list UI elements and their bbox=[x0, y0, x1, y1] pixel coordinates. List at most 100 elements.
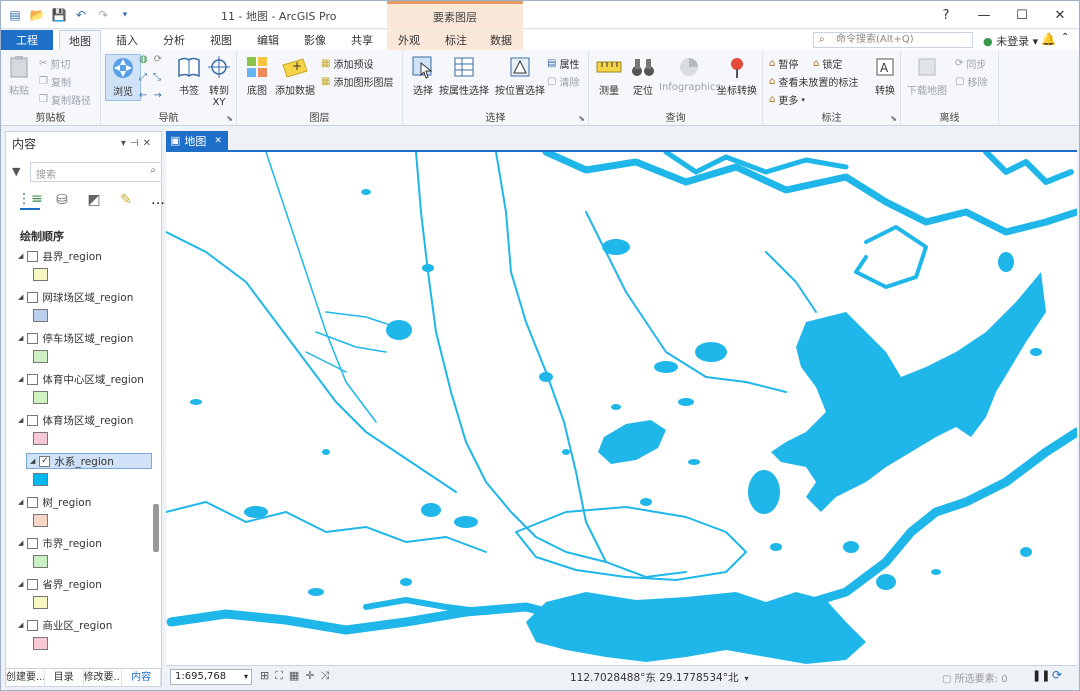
layer-visibility-checkbox[interactable] bbox=[27, 332, 39, 344]
clear-button[interactable]: ▢ 清除 bbox=[547, 74, 579, 89]
layer-symbol-swatch[interactable] bbox=[33, 432, 48, 445]
minimize-button[interactable]: — bbox=[965, 1, 1003, 29]
undo-icon[interactable]: ↶ bbox=[73, 7, 89, 23]
layer-item[interactable]: ◢ 体育中心区域_region bbox=[14, 367, 152, 408]
expand-triangle-icon[interactable]: ◢ bbox=[18, 252, 23, 260]
tab-contents[interactable]: 内容 bbox=[122, 669, 161, 686]
notification-bell-icon[interactable]: 🔔 bbox=[1041, 32, 1056, 46]
navigate-launcher-icon[interactable]: ⬊ bbox=[226, 114, 233, 123]
layer-row[interactable]: ◢ 体育场区域_region bbox=[18, 412, 133, 428]
layer-item[interactable]: ◢ ✓ 水系_region bbox=[14, 449, 152, 490]
selection-launcher-icon[interactable]: ⬊ bbox=[578, 114, 585, 123]
layer-visibility-checkbox[interactable] bbox=[27, 537, 39, 549]
basemap-button[interactable]: 底图 bbox=[243, 54, 271, 97]
contents-scrollbar[interactable] bbox=[153, 244, 159, 664]
tab-catalog[interactable]: 目录 bbox=[45, 669, 84, 686]
bookmarks-button[interactable]: 书签 bbox=[175, 54, 203, 97]
tab-edit[interactable]: 编辑 bbox=[247, 30, 289, 50]
tab-labeling[interactable]: 标注 bbox=[435, 30, 477, 50]
add-graphics-layer-button[interactable]: ▦ 添加图形图层 bbox=[321, 74, 393, 89]
layer-symbol-swatch[interactable] bbox=[33, 350, 48, 363]
collapse-ribbon-icon[interactable]: ⌃ bbox=[1061, 32, 1069, 43]
layer-row[interactable]: ◢ 体育中心区域_region bbox=[18, 371, 144, 387]
pane-close-icon[interactable]: ✕ bbox=[143, 138, 155, 149]
layer-row[interactable]: ◢ ✓ 水系_region bbox=[26, 453, 152, 469]
selection-view-icon[interactable]: ◩ bbox=[84, 190, 104, 210]
attributes-button[interactable]: ▤ 属性 bbox=[547, 56, 579, 71]
copy-button[interactable]: ❐ 复制 bbox=[39, 74, 71, 89]
expand-triangle-icon[interactable]: ◢ bbox=[18, 334, 23, 342]
tab-insert[interactable]: 插入 bbox=[107, 30, 147, 50]
zoom-fixed-icon[interactable]: ⤡ bbox=[153, 72, 161, 83]
back-icon[interactable]: ← bbox=[139, 90, 147, 101]
cut-button[interactable]: ✂ 剪切 bbox=[39, 56, 70, 71]
scale-selector[interactable]: 1:695,768 ▾ bbox=[170, 669, 252, 685]
editing-view-icon[interactable]: ✎ bbox=[116, 190, 136, 210]
layer-symbol-swatch[interactable] bbox=[33, 309, 48, 322]
layer-symbol-swatch[interactable] bbox=[33, 473, 48, 486]
layer-row[interactable]: ◢ 县界_region bbox=[18, 248, 102, 264]
remove-button[interactable]: ▢ 移除 bbox=[955, 74, 987, 89]
convert-button[interactable]: A 转换 bbox=[871, 54, 899, 97]
customize-icon[interactable]: ▾ bbox=[117, 7, 133, 23]
more-options-icon[interactable]: … bbox=[148, 190, 168, 210]
add-data-button[interactable]: + 添加数据 bbox=[275, 54, 315, 97]
expand-triangle-icon[interactable]: ◢ bbox=[18, 416, 23, 424]
expand-triangle-icon[interactable]: ◢ bbox=[18, 293, 23, 301]
expand-triangle-icon[interactable]: ◢ bbox=[18, 621, 23, 629]
tab-data[interactable]: 数据 bbox=[481, 30, 521, 50]
layer-row[interactable]: ◢ 树_region bbox=[18, 494, 91, 510]
download-map-button[interactable]: 下载地图 bbox=[907, 54, 947, 97]
forward-icon[interactable]: → bbox=[153, 90, 161, 101]
layer-symbol-swatch[interactable] bbox=[33, 268, 48, 281]
map-view-tab[interactable]: ▣ 地图 ✕ bbox=[166, 131, 228, 150]
more-labels-button[interactable]: ⌂ 更多 ▾ bbox=[769, 92, 805, 107]
maximize-button[interactable]: ☐ bbox=[1003, 1, 1041, 29]
expand-triangle-icon[interactable]: ◢ bbox=[18, 498, 23, 506]
layer-visibility-checkbox[interactable] bbox=[27, 373, 39, 385]
select-by-attributes-button[interactable]: 按属性选择 bbox=[439, 54, 489, 97]
close-button[interactable]: ✕ bbox=[1041, 1, 1079, 29]
help-button[interactable]: ? bbox=[927, 1, 965, 29]
layer-symbol-swatch[interactable] bbox=[33, 391, 48, 404]
pause-labels-button[interactable]: ⌂ 暂停 bbox=[769, 56, 798, 71]
layer-visibility-checkbox[interactable] bbox=[27, 291, 39, 303]
layer-item[interactable]: ◢ 停车场区域_region bbox=[14, 326, 152, 367]
tab-view[interactable]: 视图 bbox=[201, 30, 241, 50]
pane-menu-icon[interactable]: ▾ bbox=[121, 138, 130, 149]
data-source-view-icon[interactable]: ⛁ bbox=[52, 190, 72, 210]
layer-item[interactable]: ◢ 树_region bbox=[14, 490, 152, 531]
expand-triangle-icon[interactable]: ◢ bbox=[30, 457, 35, 465]
tab-share[interactable]: 共享 bbox=[341, 30, 383, 50]
layer-row[interactable]: ◢ 商业区_region bbox=[18, 617, 112, 633]
refresh-icon[interactable]: ⟳ bbox=[1052, 668, 1062, 682]
layer-item[interactable]: ◢ 省界_region bbox=[14, 572, 152, 613]
sync-button[interactable]: ⟳ 同步 bbox=[955, 56, 986, 71]
tab-appearance[interactable]: 外观 bbox=[389, 30, 429, 50]
tab-map[interactable]: 地图 bbox=[59, 30, 101, 50]
redo-icon[interactable]: ↷ bbox=[95, 7, 111, 23]
labeling-launcher-icon[interactable]: ⬊ bbox=[890, 114, 897, 123]
coordinate-readout[interactable]: 112.7028488°东 29.1778534°北 ▾ bbox=[570, 670, 748, 685]
layer-item[interactable]: ◢ 体育场区域_region bbox=[14, 408, 152, 449]
copy-path-button[interactable]: ❐ 复制路径 bbox=[39, 92, 91, 107]
filter-icon[interactable]: ▼ bbox=[12, 165, 20, 178]
layer-row[interactable]: ◢ 省界_region bbox=[18, 576, 102, 592]
layer-item[interactable]: ◢ 网球场区域_region bbox=[14, 285, 152, 326]
tab-project[interactable]: 工程 bbox=[1, 30, 53, 50]
pause-drawing-icon[interactable]: ❚❚ bbox=[1032, 669, 1050, 682]
view-unplaced-labels-button[interactable]: ⌂ 查看未放置的标注 bbox=[769, 74, 858, 89]
globe-icon[interactable]: ◍ bbox=[139, 54, 148, 65]
layer-item[interactable]: ◢ 商业区_region bbox=[14, 613, 152, 654]
layer-visibility-checkbox[interactable] bbox=[27, 619, 39, 631]
select-by-location-button[interactable]: 按位置选择 bbox=[495, 54, 545, 97]
layer-visibility-checkbox[interactable] bbox=[27, 496, 39, 508]
layer-visibility-checkbox[interactable] bbox=[27, 578, 39, 590]
table-view-icon[interactable]: ▦ bbox=[289, 669, 299, 683]
lock-labels-button[interactable]: ⌂ 锁定 bbox=[813, 56, 842, 71]
command-search-input[interactable]: ⌕ 命令搜索(Alt+Q) bbox=[813, 32, 973, 48]
add-point-icon[interactable]: ✛ bbox=[305, 669, 314, 683]
layer-row[interactable]: ◢ 网球场区域_region bbox=[18, 289, 133, 305]
locate-button[interactable]: 定位 bbox=[629, 54, 657, 97]
new-project-icon[interactable]: ▤ bbox=[7, 7, 23, 23]
